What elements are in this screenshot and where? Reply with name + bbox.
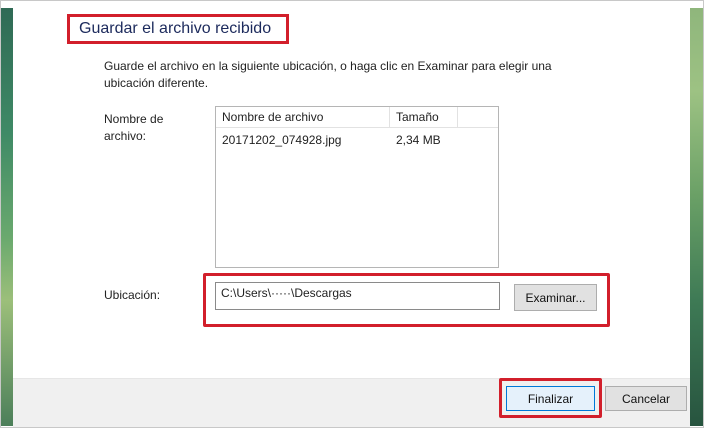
finish-button[interactable]: Finalizar <box>506 386 595 411</box>
file-name-label: Nombre de archivo: <box>104 112 164 143</box>
desktop-background-left <box>1 8 13 426</box>
dialog-description: Guarde el archivo en la siguiente ubicac… <box>104 59 552 90</box>
file-row-name: 20171202_074928.jpg <box>222 133 342 147</box>
file-row-size: 2,34 MB <box>396 133 441 147</box>
browse-button[interactable]: Examinar... <box>514 284 597 311</box>
file-list-header: Nombre de archivo Tamaño <box>216 107 498 128</box>
file-list[interactable]: Nombre de archivo Tamaño 20171202_074928… <box>215 106 499 268</box>
save-received-file-dialog: Guardar el archivo recibido Guarde el ar… <box>13 0 690 427</box>
location-label: Ubicación: <box>104 288 161 302</box>
desktop-background-right <box>690 8 703 426</box>
location-input[interactable] <box>215 282 500 310</box>
dialog-title: Guardar el archivo recibido <box>67 14 289 44</box>
column-header-file-name[interactable]: Nombre de archivo <box>216 107 390 127</box>
cancel-button[interactable]: Cancelar <box>605 386 687 411</box>
column-header-size[interactable]: Tamaño <box>390 107 458 127</box>
file-row[interactable]: 20171202_074928.jpg 2,34 MB <box>216 131 498 149</box>
